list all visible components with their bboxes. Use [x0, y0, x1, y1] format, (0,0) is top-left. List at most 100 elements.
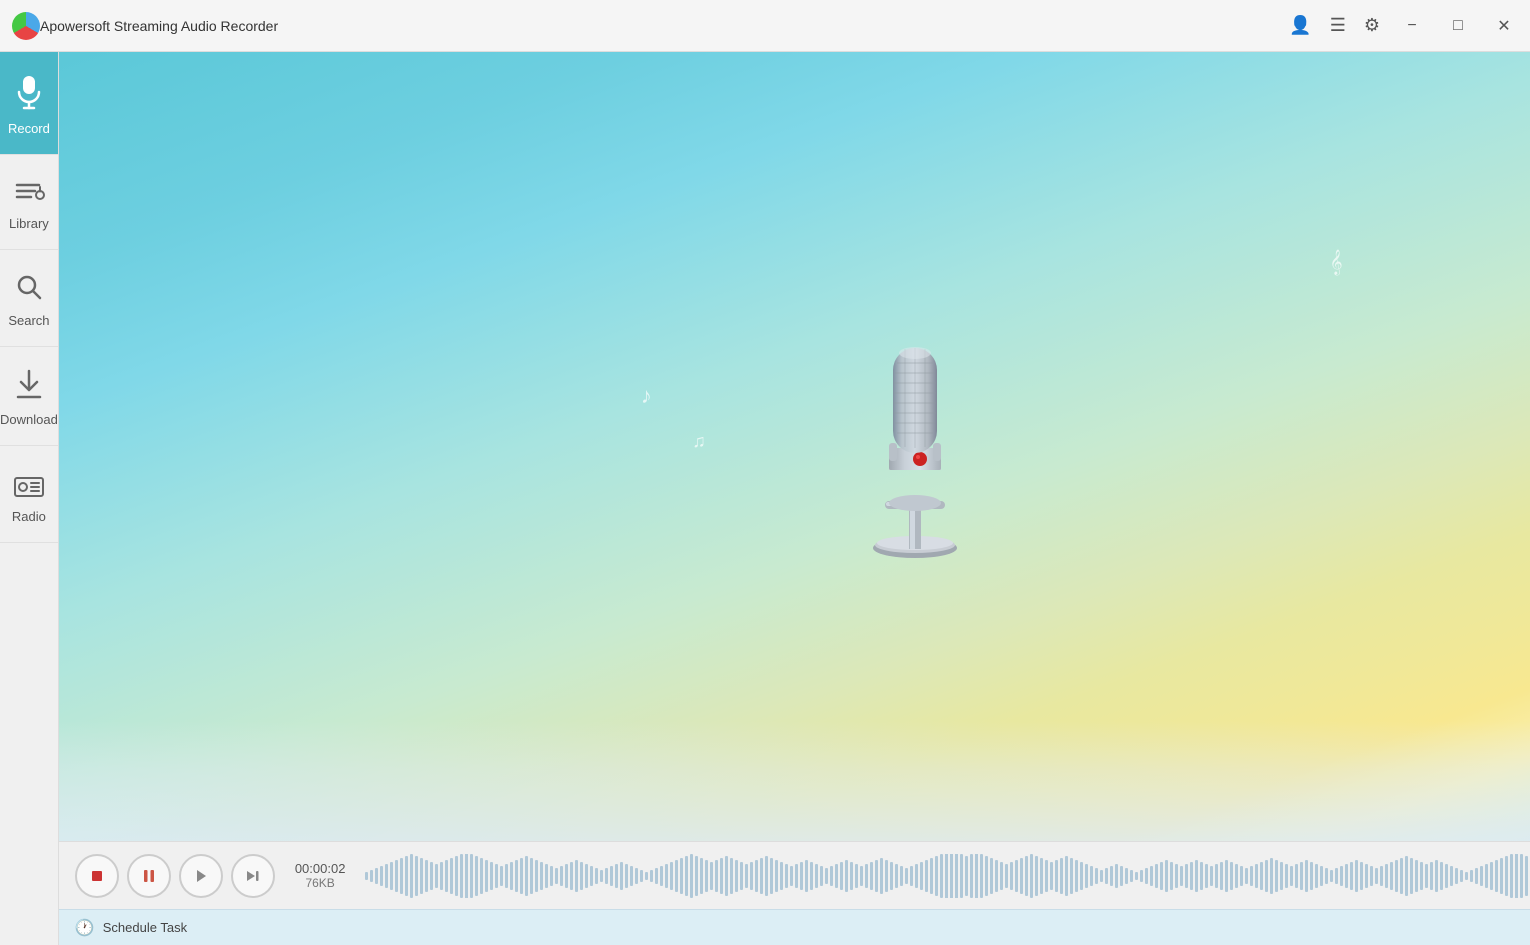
wave-bar: [1065, 856, 1068, 896]
wave-bar: [895, 864, 898, 888]
wave-bar: [850, 862, 853, 890]
wave-bar: [1395, 860, 1398, 892]
library-label: Library: [9, 216, 49, 231]
close-button[interactable]: ✕: [1490, 12, 1518, 40]
user-icon[interactable]: 👤: [1289, 15, 1311, 36]
wave-bar: [670, 862, 673, 890]
wave-bar: [660, 866, 663, 886]
schedule-bar[interactable]: 🕐 Schedule Task: [59, 909, 1530, 945]
app-title: Apowersoft Streaming Audio Recorder: [40, 18, 1289, 34]
wave-bar: [455, 856, 458, 896]
wave-bar: [1340, 866, 1343, 886]
wave-bar: [610, 866, 613, 886]
list-icon[interactable]: ☰: [1330, 15, 1346, 36]
wave-bar: [800, 862, 803, 890]
wave-bar: [1380, 866, 1383, 886]
wave-bar: [1220, 862, 1223, 890]
wave-bar: [1330, 870, 1333, 882]
wave-bar: [1515, 854, 1518, 898]
wave-bar: [995, 860, 998, 892]
wave-bar: [1205, 864, 1208, 888]
wave-bar: [1010, 862, 1013, 890]
minimize-button[interactable]: −: [1398, 12, 1426, 40]
play-button[interactable]: [179, 854, 223, 898]
wave-bar: [825, 868, 828, 884]
wave-bar: [1055, 860, 1058, 892]
microphone-illustration: [845, 293, 985, 573]
wave-bar: [700, 858, 703, 894]
wave-bar: [1275, 860, 1278, 892]
wave-bar: [865, 864, 868, 888]
wave-bar: [1430, 862, 1433, 890]
wave-bar: [1500, 858, 1503, 894]
background: ♪ ♫ 𝄞: [59, 52, 1530, 841]
wave-bar: [705, 860, 708, 892]
music-note-1: ♪: [641, 383, 652, 409]
wave-bar: [805, 860, 808, 892]
wave-bar: [395, 860, 398, 892]
wave-bar: [1185, 864, 1188, 888]
settings-icon[interactable]: ⚙: [1364, 15, 1380, 36]
wave-bar: [1105, 868, 1108, 884]
download-icon: [14, 369, 44, 406]
wave-bar: [605, 868, 608, 884]
wave-bar: [635, 868, 638, 884]
wave-bar: [1155, 864, 1158, 888]
wave-bar: [750, 862, 753, 890]
wave-bar: [625, 864, 628, 888]
wave-bar: [1305, 860, 1308, 892]
sidebar-item-record[interactable]: Record: [0, 52, 58, 155]
skip-button[interactable]: [231, 854, 275, 898]
library-icon: [13, 177, 45, 210]
wave-bar: [1465, 872, 1468, 880]
wave-bar: [420, 858, 423, 894]
wave-bar: [1505, 856, 1508, 896]
sidebar-item-download[interactable]: Download: [0, 347, 58, 446]
stop-button[interactable]: [75, 854, 119, 898]
wave-bar: [650, 870, 653, 882]
wave-bar: [1160, 862, 1163, 890]
wave-bar: [970, 854, 973, 898]
wave-bar: [815, 864, 818, 888]
wave-bar: [910, 866, 913, 886]
wave-bar: [1300, 862, 1303, 890]
wave-bar: [415, 856, 418, 896]
wave-bar: [475, 856, 478, 896]
wave-bar: [1510, 854, 1513, 898]
wave-bar: [720, 858, 723, 894]
wave-bar: [695, 856, 698, 896]
wave-bar: [725, 856, 728, 896]
pause-button[interactable]: [127, 854, 171, 898]
wave-bar: [690, 854, 693, 898]
wave-bar: [1175, 864, 1178, 888]
sidebar-item-radio[interactable]: Radio: [0, 446, 58, 543]
wave-bar: [640, 870, 643, 882]
wave-bar: [430, 862, 433, 890]
wave-bar: [820, 866, 823, 886]
wave-bar: [920, 862, 923, 890]
wave-bar: [770, 858, 773, 894]
wave-bar: [975, 854, 978, 898]
wave-bar: [1370, 866, 1373, 886]
wave-bar: [1210, 866, 1213, 886]
title-bar: Apowersoft Streaming Audio Recorder 👤 ☰ …: [0, 0, 1530, 52]
wave-bar: [1365, 864, 1368, 888]
wave-bar: [675, 860, 678, 892]
wave-bar: [860, 866, 863, 886]
sidebar-item-library[interactable]: Library: [0, 155, 58, 250]
wave-bar: [1230, 862, 1233, 890]
wave-bar: [845, 860, 848, 892]
wave-bar: [630, 866, 633, 886]
wave-bar: [755, 860, 758, 892]
clock-icon: 🕐: [75, 918, 95, 938]
wave-bar: [1000, 862, 1003, 890]
wave-bar: [835, 864, 838, 888]
wave-bar: [1040, 858, 1043, 894]
sidebar-item-search[interactable]: Search: [0, 250, 58, 347]
wave-bar: [1495, 860, 1498, 892]
wave-bar: [1270, 858, 1273, 894]
wave-bar: [480, 858, 483, 894]
maximize-button[interactable]: □: [1444, 12, 1472, 40]
wave-bar: [1150, 866, 1153, 886]
wave-bar: [1145, 868, 1148, 884]
